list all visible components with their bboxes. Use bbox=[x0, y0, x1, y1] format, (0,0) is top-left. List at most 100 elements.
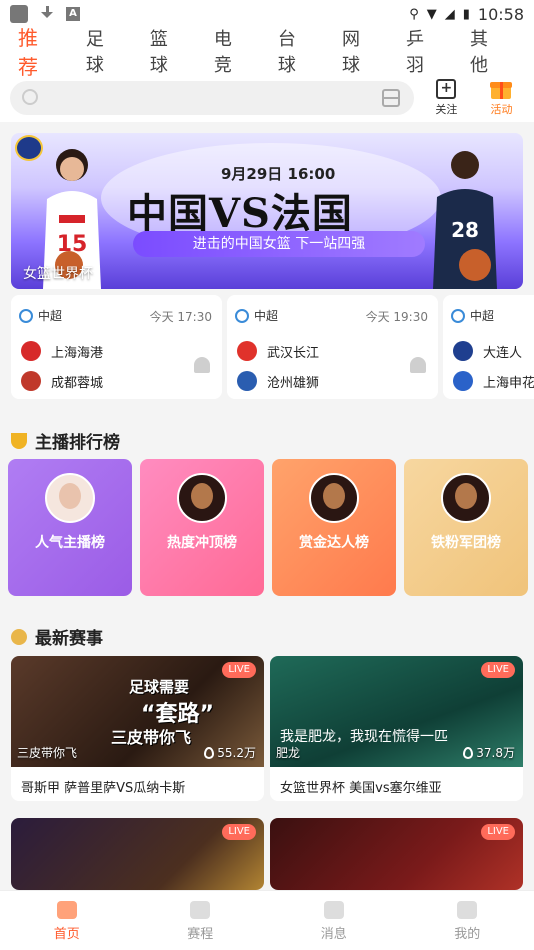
location-icon: ⚲ bbox=[409, 6, 419, 22]
tab-recommend[interactable]: 推荐 bbox=[18, 22, 56, 80]
tab-basketball[interactable]: 篮球 bbox=[150, 25, 184, 77]
promo-banner[interactable]: 15 28 9月29日 16:00 中国VS法国 进击的中国女篮 下一站四强 女… bbox=[11, 133, 523, 289]
match-card[interactable]: 中超 今天 17:30 上海海港 成都蓉城 bbox=[11, 295, 222, 399]
notification-a-icon: A bbox=[66, 7, 80, 21]
ranking-label: 赏金达人榜 bbox=[299, 535, 369, 551]
banner-caption: 女篮世界杯 bbox=[23, 266, 93, 282]
team-crest-icon bbox=[21, 341, 41, 361]
ranking-label: 铁粉军团榜 bbox=[431, 535, 501, 551]
league-name: 中超 bbox=[38, 309, 63, 323]
view-count: 55.2万 bbox=[204, 744, 256, 761]
live-card[interactable]: 足球需要 “套路” 三皮带你飞 LIVE 三皮带你飞 55.2万 哥斯甲 萨普里… bbox=[11, 656, 264, 801]
home-team: 上海海港 bbox=[51, 345, 104, 361]
home-icon bbox=[56, 901, 77, 919]
add-follow-icon: + bbox=[436, 79, 457, 99]
clock: 10:58 bbox=[477, 4, 524, 24]
ranking-label: 人气主播榜 bbox=[35, 535, 105, 551]
wifi-icon: ▼ bbox=[426, 6, 437, 22]
live-card[interactable]: LIVE bbox=[11, 818, 264, 890]
team-crest-icon bbox=[21, 371, 41, 391]
team-crest-icon bbox=[237, 341, 257, 361]
search-input[interactable] bbox=[10, 81, 414, 115]
anchor-name: 肥龙 bbox=[276, 746, 301, 760]
ranking-label: 热度冲顶榜 bbox=[167, 535, 237, 551]
home-team: 大连人 bbox=[483, 345, 523, 361]
live-badge: LIVE bbox=[222, 662, 256, 678]
team-crest-icon bbox=[453, 371, 473, 391]
ranking-fan-army[interactable]: 铁粉军团榜 bbox=[404, 459, 528, 596]
ranking-hot-top[interactable]: 热度冲顶榜 bbox=[140, 459, 264, 596]
avatar bbox=[309, 473, 359, 523]
team-crest-icon bbox=[453, 341, 473, 361]
live-thumbnail: LIVE bbox=[11, 818, 264, 890]
tab-football[interactable]: 足球 bbox=[86, 25, 120, 77]
football-icon bbox=[451, 308, 465, 323]
nav-messages[interactable]: 消息 bbox=[267, 891, 401, 950]
tab-pingpong-badminton[interactable]: 乒羽 bbox=[406, 25, 440, 77]
match-list: 中超 今天 17:30 上海海港 成都蓉城 中超 今天 19:30 武汉长江 沧… bbox=[11, 295, 534, 401]
search-row: + 关注 活动 bbox=[0, 74, 534, 122]
battery-icon: ▮ bbox=[462, 6, 470, 22]
match-time: 今天 19:30 bbox=[365, 310, 428, 324]
live-thumbnail: 我是肥龙，我现在慌得一匹 LIVE 肥龙 37.8万 bbox=[270, 656, 523, 767]
nav-schedule[interactable]: 赛程 bbox=[134, 891, 268, 950]
banner-subtitle: 进击的中国女篮 下一站四强 bbox=[133, 231, 425, 257]
schedule-icon bbox=[190, 901, 211, 919]
tab-tennis[interactable]: 网球 bbox=[342, 25, 376, 77]
nav-home[interactable]: 首页 bbox=[0, 891, 134, 950]
scan-icon[interactable] bbox=[381, 89, 400, 107]
league-name: 中超 bbox=[470, 309, 495, 323]
anchor-name: 三皮带你飞 bbox=[17, 746, 78, 760]
live-thumbnail: 足球需要 “套路” 三皮带你飞 LIVE 三皮带你飞 55.2万 bbox=[11, 656, 264, 767]
fire-icon bbox=[204, 747, 215, 759]
avatar bbox=[177, 473, 227, 523]
home-team: 武汉长江 bbox=[267, 345, 320, 361]
football-icon bbox=[235, 308, 249, 323]
events-section-title: 最新赛事 bbox=[11, 624, 103, 649]
follow-button[interactable]: + 关注 bbox=[424, 79, 469, 117]
live-card[interactable]: 我是肥龙，我现在慌得一匹 LIVE 肥龙 37.8万 女篮世界杯 美国vs塞尔维… bbox=[270, 656, 523, 801]
svg-text:28: 28 bbox=[451, 218, 479, 242]
away-team: 成都蓉城 bbox=[51, 375, 104, 391]
fire-icon bbox=[463, 747, 474, 759]
ranking-popular-anchors[interactable]: 人气主播榜 bbox=[8, 459, 132, 596]
bell-icon[interactable] bbox=[410, 357, 426, 373]
football-icon bbox=[19, 308, 33, 323]
status-bar: A ⚲ ▼ ◢ ▮ 10:58 bbox=[0, 0, 534, 28]
signal-icon: ◢ bbox=[444, 6, 455, 22]
live-title: 女篮世界杯 美国vs塞尔维亚 bbox=[280, 781, 442, 796]
live-badge: LIVE bbox=[222, 824, 256, 840]
bell-icon[interactable] bbox=[194, 357, 210, 373]
match-card[interactable]: 中超 大连人 上海申花 bbox=[443, 295, 534, 399]
view-count: 37.8万 bbox=[463, 744, 515, 761]
sport-tabs: 推荐 足球 篮球 电竞 台球 网球 乒羽 其他 bbox=[0, 25, 534, 79]
away-team: 沧州雄狮 bbox=[267, 375, 320, 391]
ranking-section-title: 主播排行榜 bbox=[11, 428, 120, 453]
tab-billiards[interactable]: 台球 bbox=[278, 25, 312, 77]
match-card[interactable]: 中超 今天 19:30 武汉长江 沧州雄狮 bbox=[227, 295, 438, 399]
player-right-image: 28 bbox=[433, 151, 497, 289]
league-name: 中超 bbox=[254, 309, 279, 323]
follow-label: 关注 bbox=[435, 103, 458, 116]
activity-button[interactable]: 活动 bbox=[479, 79, 524, 117]
gift-icon bbox=[490, 79, 513, 99]
trophy-icon bbox=[11, 432, 27, 449]
activity-label: 活动 bbox=[490, 103, 513, 116]
medal-icon bbox=[11, 628, 27, 645]
tab-esports[interactable]: 电竞 bbox=[214, 25, 248, 77]
team-crest-icon bbox=[237, 371, 257, 391]
live-card[interactable]: LIVE bbox=[270, 818, 523, 890]
away-team: 上海申花 bbox=[483, 375, 534, 391]
avatar bbox=[441, 473, 491, 523]
tab-other[interactable]: 其他 bbox=[470, 25, 504, 77]
ranking-bounty-master[interactable]: 赏金达人榜 bbox=[272, 459, 396, 596]
nav-profile[interactable]: 我的 bbox=[401, 891, 534, 950]
search-icon bbox=[22, 89, 38, 105]
app-notification-icon bbox=[10, 5, 28, 23]
message-icon bbox=[323, 901, 344, 919]
download-icon bbox=[40, 6, 54, 22]
profile-icon bbox=[457, 901, 478, 919]
live-thumbnail: LIVE bbox=[270, 818, 523, 890]
live-badge: LIVE bbox=[481, 662, 515, 678]
bottom-nav: 首页 赛程 消息 我的 bbox=[0, 890, 534, 950]
